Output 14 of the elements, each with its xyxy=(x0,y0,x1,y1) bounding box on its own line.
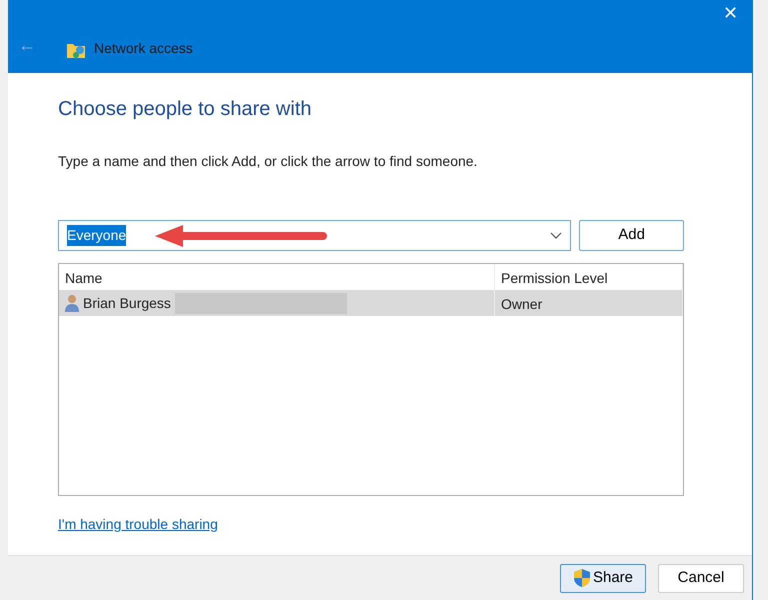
permission-level[interactable]: Owner xyxy=(501,296,542,312)
close-button[interactable]: ✕ xyxy=(715,0,746,27)
shield-icon xyxy=(572,568,591,588)
add-button[interactable]: Add xyxy=(579,220,684,251)
dialog-heading: Choose people to share with xyxy=(58,97,312,121)
dropdown-chevron-icon[interactable] xyxy=(550,232,562,240)
user-icon xyxy=(65,294,79,312)
user-name[interactable]: Brian Burgess xyxy=(83,292,171,314)
instruction-text: Type a name and then click Add, or click the arrow to find someone. xyxy=(58,152,478,171)
cancel-button[interactable]: Cancel xyxy=(658,564,744,592)
help-link[interactable]: I'm having trouble sharing xyxy=(58,516,218,532)
window-title: Network access xyxy=(94,39,193,58)
share-button[interactable]: Share xyxy=(560,564,646,592)
network-folder-icon xyxy=(66,41,86,59)
